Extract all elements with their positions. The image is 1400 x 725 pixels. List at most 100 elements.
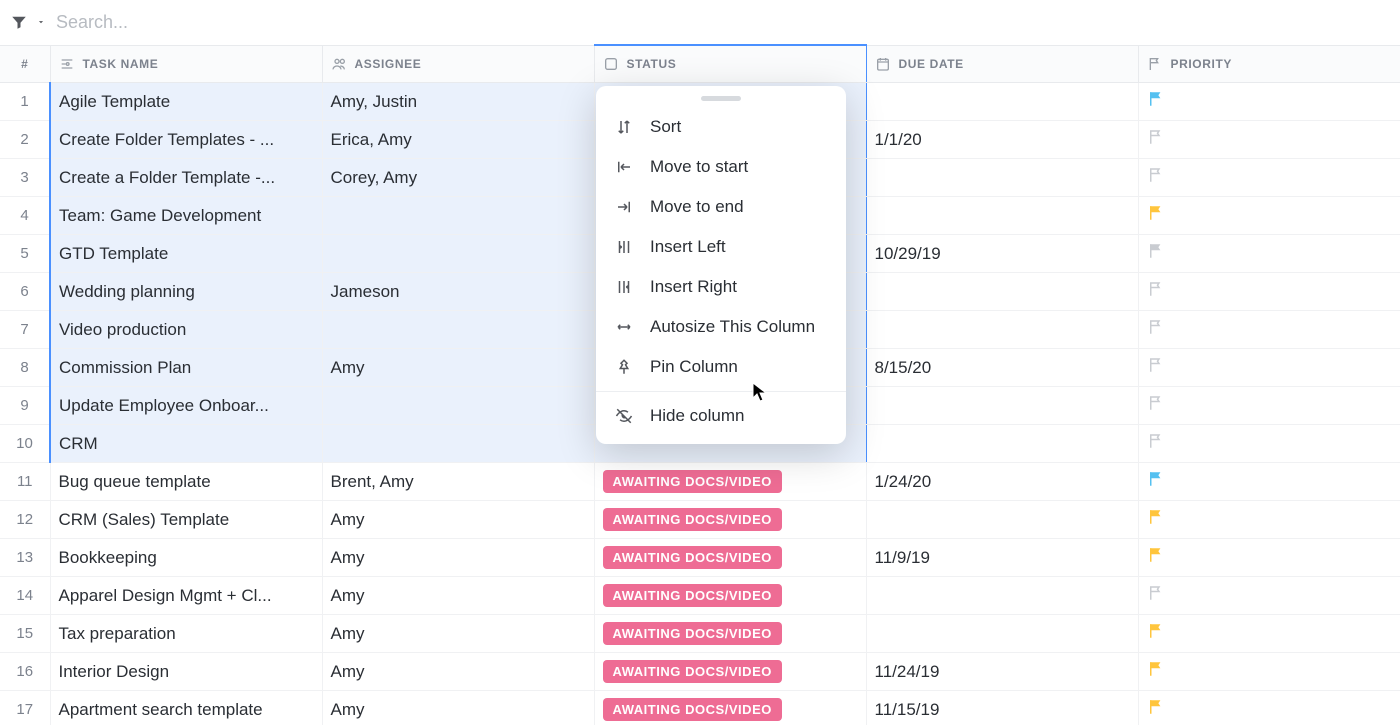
priority-cell[interactable]: [1138, 425, 1400, 463]
priority-cell[interactable]: [1138, 653, 1400, 691]
menu-insert-right[interactable]: Insert Right: [596, 267, 846, 307]
menu-autosize[interactable]: Autosize This Column: [596, 307, 846, 347]
task-name-cell[interactable]: CRM (Sales) Template: [50, 501, 322, 539]
assignee-cell[interactable]: Amy, Justin: [322, 83, 594, 121]
header-task-name[interactable]: TASK NAME: [50, 45, 322, 83]
task-name-cell[interactable]: Update Employee Onboar...: [50, 387, 322, 425]
priority-cell[interactable]: [1138, 235, 1400, 273]
due-date-cell[interactable]: 11/9/19: [866, 539, 1138, 577]
task-name-cell[interactable]: Tax preparation: [50, 615, 322, 653]
task-name-cell[interactable]: Apartment search template: [50, 691, 322, 725]
caret-down-icon[interactable]: [36, 17, 46, 27]
header-priority[interactable]: PRIORITY: [1138, 45, 1400, 83]
due-date-cell[interactable]: 1/1/20: [866, 121, 1138, 159]
task-name-cell[interactable]: Create a Folder Template -...: [50, 159, 322, 197]
task-name-cell[interactable]: GTD Template: [50, 235, 322, 273]
assignee-cell[interactable]: Amy: [322, 615, 594, 653]
assignee-cell[interactable]: [322, 387, 594, 425]
due-date-cell[interactable]: 10/29/19: [866, 235, 1138, 273]
priority-cell[interactable]: [1138, 311, 1400, 349]
table-row[interactable]: 11Bug queue templateBrent, AmyAWAITING D…: [0, 463, 1400, 501]
due-date-cell[interactable]: 11/24/19: [866, 653, 1138, 691]
table-row[interactable]: 16Interior DesignAmyAWAITING DOCS/VIDEO1…: [0, 653, 1400, 691]
assignee-cell[interactable]: Amy: [322, 691, 594, 725]
priority-cell[interactable]: [1138, 121, 1400, 159]
table-row[interactable]: 12CRM (Sales) TemplateAmyAWAITING DOCS/V…: [0, 501, 1400, 539]
task-name-cell[interactable]: Interior Design: [50, 653, 322, 691]
table-row[interactable]: 13BookkeepingAmyAWAITING DOCS/VIDEO11/9/…: [0, 539, 1400, 577]
task-name-cell[interactable]: Bookkeeping: [50, 539, 322, 577]
menu-pin-column[interactable]: Pin Column: [596, 347, 846, 387]
table-row[interactable]: 17Apartment search templateAmyAWAITING D…: [0, 691, 1400, 725]
due-date-cell[interactable]: 1/24/20: [866, 463, 1138, 501]
task-name-cell[interactable]: Commission Plan: [50, 349, 322, 387]
due-date-cell[interactable]: [866, 501, 1138, 539]
assignee-cell[interactable]: [322, 235, 594, 273]
task-name-cell[interactable]: Apparel Design Mgmt + Cl...: [50, 577, 322, 615]
due-date-cell[interactable]: [866, 83, 1138, 121]
due-date-cell[interactable]: 8/15/20: [866, 349, 1138, 387]
assignee-cell[interactable]: Jameson: [322, 273, 594, 311]
assignee-cell[interactable]: Amy: [322, 577, 594, 615]
filter-icon[interactable]: [10, 13, 28, 31]
priority-cell[interactable]: [1138, 615, 1400, 653]
due-date-cell[interactable]: [866, 273, 1138, 311]
assignee-cell[interactable]: Erica, Amy: [322, 121, 594, 159]
assignee-cell[interactable]: Amy: [322, 501, 594, 539]
priority-cell[interactable]: [1138, 463, 1400, 501]
menu-move-end[interactable]: Move to end: [596, 187, 846, 227]
assignee-cell[interactable]: [322, 197, 594, 235]
due-date-cell[interactable]: [866, 425, 1138, 463]
task-name-cell[interactable]: Team: Game Development: [50, 197, 322, 235]
due-date-cell[interactable]: [866, 387, 1138, 425]
drag-handle[interactable]: [701, 96, 741, 101]
table-row[interactable]: 14Apparel Design Mgmt + Cl...AmyAWAITING…: [0, 577, 1400, 615]
menu-insert-left[interactable]: Insert Left: [596, 227, 846, 267]
priority-cell[interactable]: [1138, 501, 1400, 539]
task-name-cell[interactable]: Video production: [50, 311, 322, 349]
priority-cell[interactable]: [1138, 577, 1400, 615]
status-cell[interactable]: AWAITING DOCS/VIDEO: [594, 577, 866, 615]
assignee-cell[interactable]: Brent, Amy: [322, 463, 594, 501]
menu-move-start[interactable]: Move to start: [596, 147, 846, 187]
table-row[interactable]: 15Tax preparationAmyAWAITING DOCS/VIDEO: [0, 615, 1400, 653]
header-status[interactable]: STATUS: [594, 45, 866, 83]
priority-cell[interactable]: [1138, 273, 1400, 311]
assignee-cell[interactable]: [322, 425, 594, 463]
priority-cell[interactable]: [1138, 387, 1400, 425]
priority-cell[interactable]: [1138, 691, 1400, 725]
menu-sort[interactable]: Sort: [596, 107, 846, 147]
due-date-cell[interactable]: 11/15/19: [866, 691, 1138, 725]
task-name-cell[interactable]: CRM: [50, 425, 322, 463]
priority-cell[interactable]: [1138, 349, 1400, 387]
header-assignee[interactable]: ASSIGNEE: [322, 45, 594, 83]
assignee-cell[interactable]: Amy: [322, 653, 594, 691]
status-cell[interactable]: AWAITING DOCS/VIDEO: [594, 463, 866, 501]
priority-cell[interactable]: [1138, 159, 1400, 197]
task-name-cell[interactable]: Wedding planning: [50, 273, 322, 311]
header-due-date[interactable]: DUE DATE: [866, 45, 1138, 83]
status-cell[interactable]: AWAITING DOCS/VIDEO: [594, 691, 866, 725]
status-cell[interactable]: AWAITING DOCS/VIDEO: [594, 615, 866, 653]
assignee-cell[interactable]: Amy: [322, 539, 594, 577]
priority-cell[interactable]: [1138, 539, 1400, 577]
header-number[interactable]: #: [0, 45, 50, 83]
priority-cell[interactable]: [1138, 83, 1400, 121]
due-date-cell[interactable]: [866, 577, 1138, 615]
status-cell[interactable]: AWAITING DOCS/VIDEO: [594, 539, 866, 577]
assignee-cell[interactable]: Corey, Amy: [322, 159, 594, 197]
task-name-cell[interactable]: Agile Template: [50, 83, 322, 121]
assignee-cell[interactable]: [322, 311, 594, 349]
task-name-cell[interactable]: Create Folder Templates - ...: [50, 121, 322, 159]
task-name-cell[interactable]: Bug queue template: [50, 463, 322, 501]
due-date-cell[interactable]: [866, 197, 1138, 235]
search-input[interactable]: [56, 12, 1390, 33]
priority-cell[interactable]: [1138, 197, 1400, 235]
status-cell[interactable]: AWAITING DOCS/VIDEO: [594, 653, 866, 691]
assignee-cell[interactable]: Amy: [322, 349, 594, 387]
due-date-cell[interactable]: [866, 615, 1138, 653]
status-cell[interactable]: AWAITING DOCS/VIDEO: [594, 501, 866, 539]
due-date-cell[interactable]: [866, 311, 1138, 349]
due-date-cell[interactable]: [866, 159, 1138, 197]
menu-hide-column[interactable]: Hide column: [596, 396, 846, 436]
